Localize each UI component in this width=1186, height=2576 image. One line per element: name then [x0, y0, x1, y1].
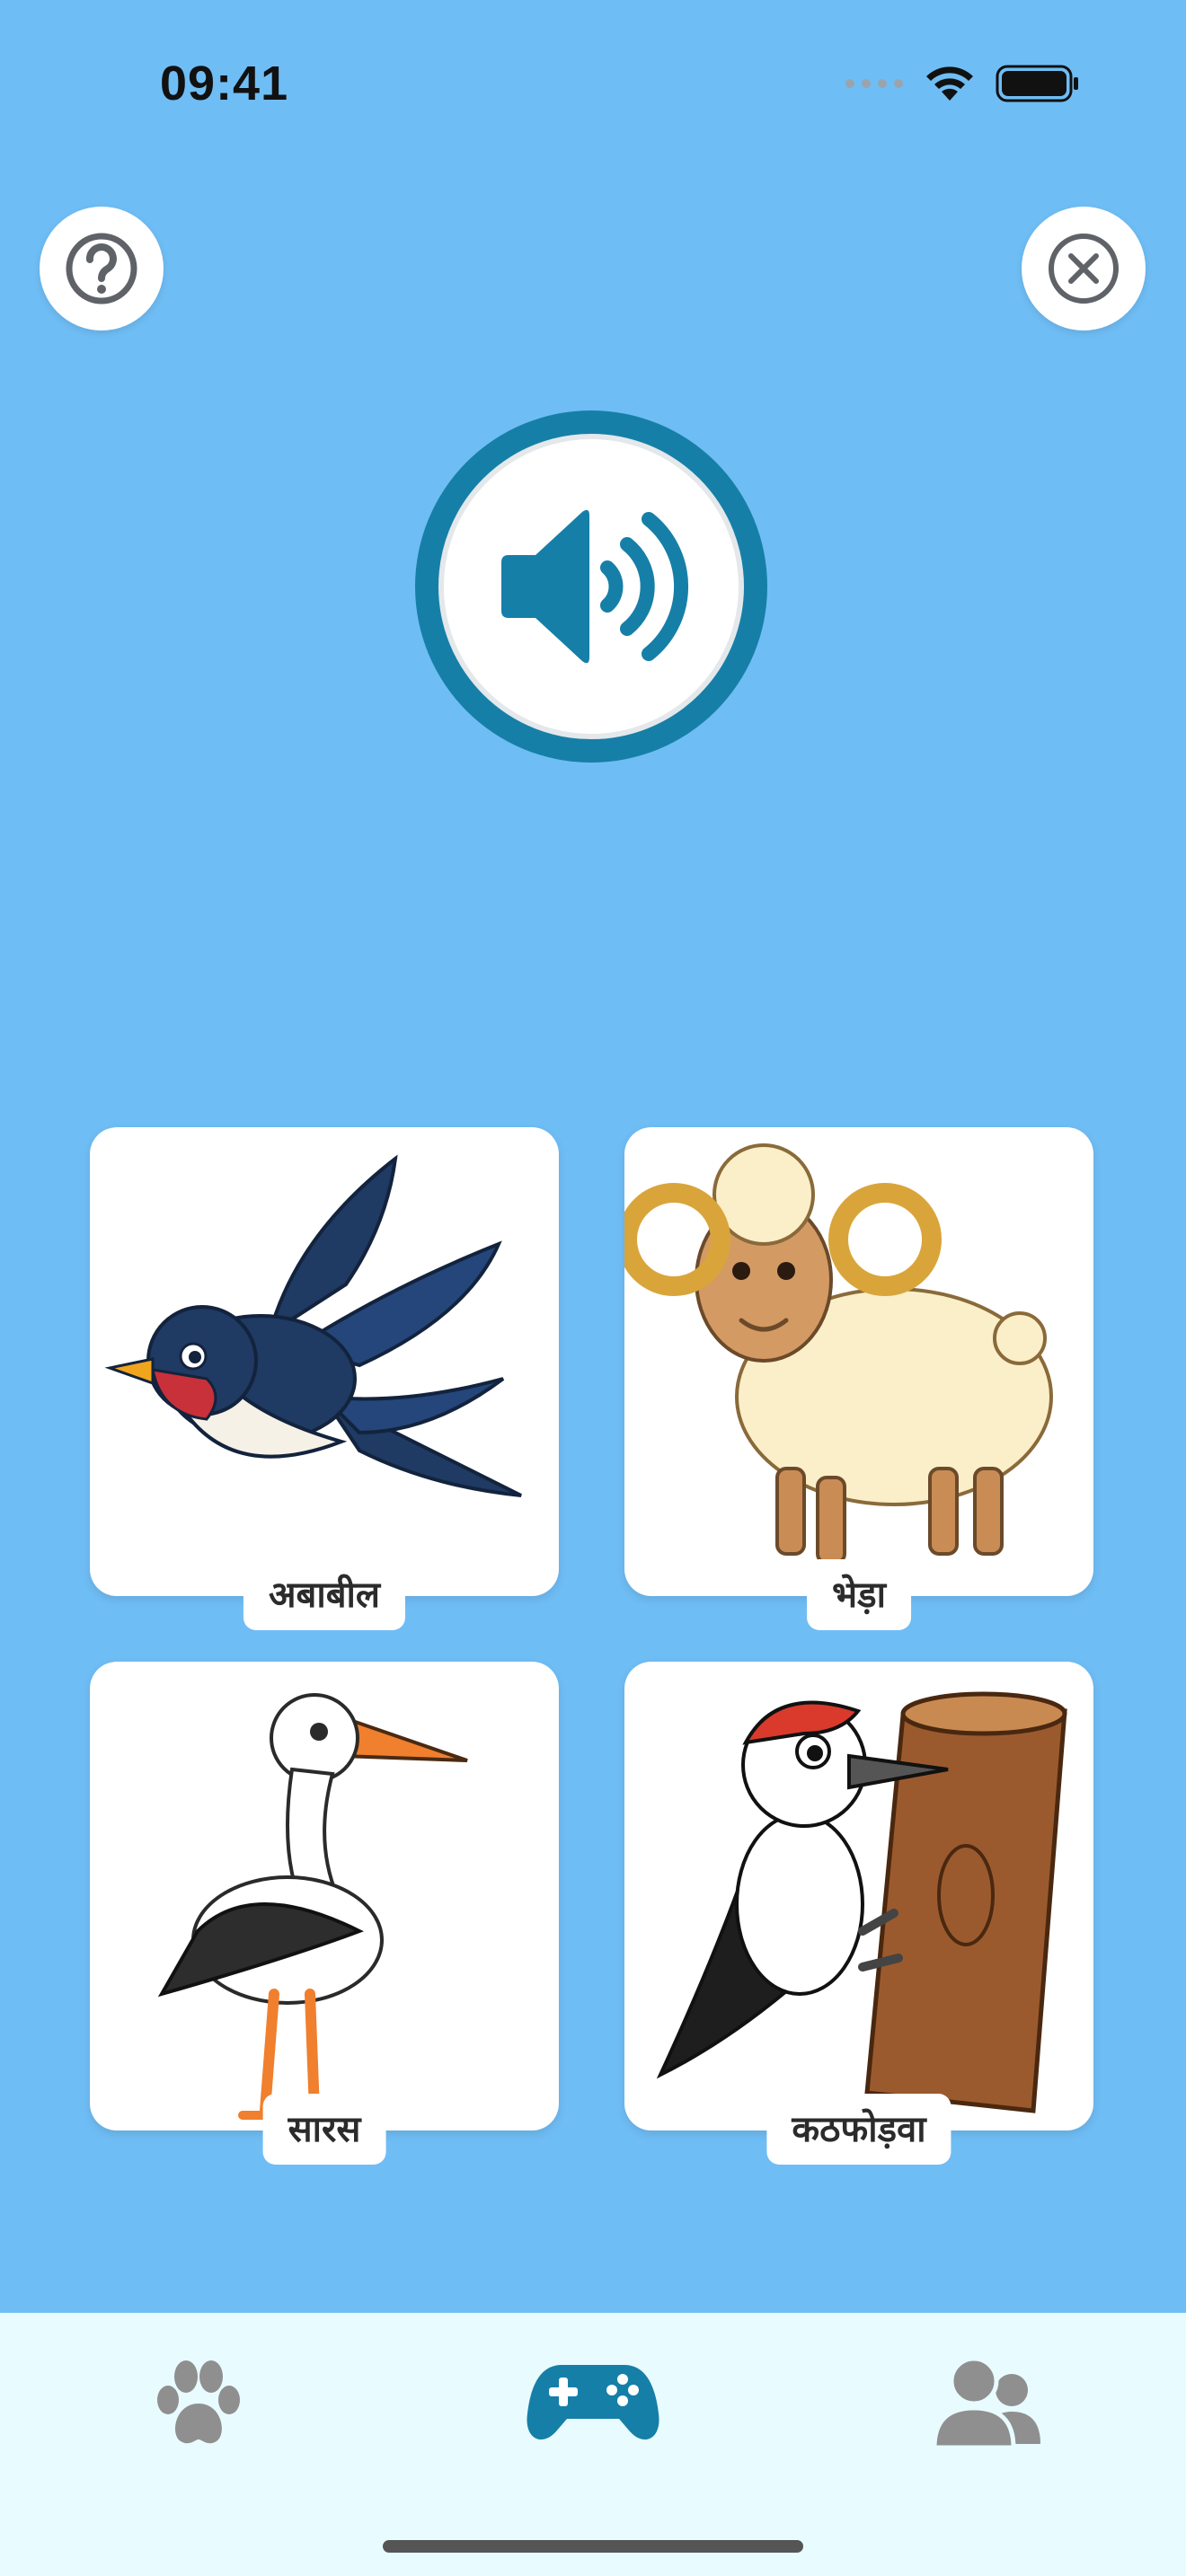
answer-card-stork[interactable]: सारस	[90, 1662, 559, 2165]
ram-sheep-illustration	[624, 1143, 1053, 1565]
speaker-icon	[501, 509, 689, 664]
paw-icon	[157, 2360, 240, 2444]
stork-illustration	[157, 1693, 468, 2120]
card-label: कठफोड़वा	[766, 2094, 951, 2165]
swallow-bird-illustration	[104, 1154, 522, 1497]
gamepad-icon	[527, 2365, 659, 2440]
card-label: भेड़ा	[807, 1559, 911, 1630]
help-button[interactable]	[40, 207, 164, 331]
wifi-icon	[926, 66, 973, 101]
battery-icon	[996, 65, 1078, 102]
tab-profile[interactable]	[930, 2349, 1047, 2457]
woodpecker-illustration	[656, 1691, 1067, 2113]
answer-card-woodpecker[interactable]: कठफोड़वा	[624, 1662, 1093, 2165]
signal-dots-icon	[845, 79, 903, 88]
users-icon	[933, 2356, 1040, 2450]
status-icons	[845, 65, 1080, 102]
status-time: 09:41	[160, 57, 289, 110]
play-audio-button-face	[438, 434, 744, 739]
tab-bar	[0, 2313, 1186, 2576]
close-circle-icon	[1049, 234, 1119, 304]
card-label: अबाबील	[243, 1559, 406, 1630]
play-audio-button[interactable]	[415, 410, 767, 763]
tab-animals[interactable]	[144, 2349, 252, 2457]
status-bar: 09:41	[0, 0, 1186, 171]
card-label: सारस	[262, 2094, 386, 2165]
tab-games[interactable]	[521, 2349, 665, 2457]
question-circle-icon	[66, 233, 137, 304]
home-indicator	[383, 2540, 803, 2553]
close-button[interactable]	[1022, 207, 1146, 331]
answer-card-swallow[interactable]: अबाबील	[90, 1127, 559, 1630]
answer-card-ram[interactable]: भेड़ा	[624, 1127, 1093, 1630]
